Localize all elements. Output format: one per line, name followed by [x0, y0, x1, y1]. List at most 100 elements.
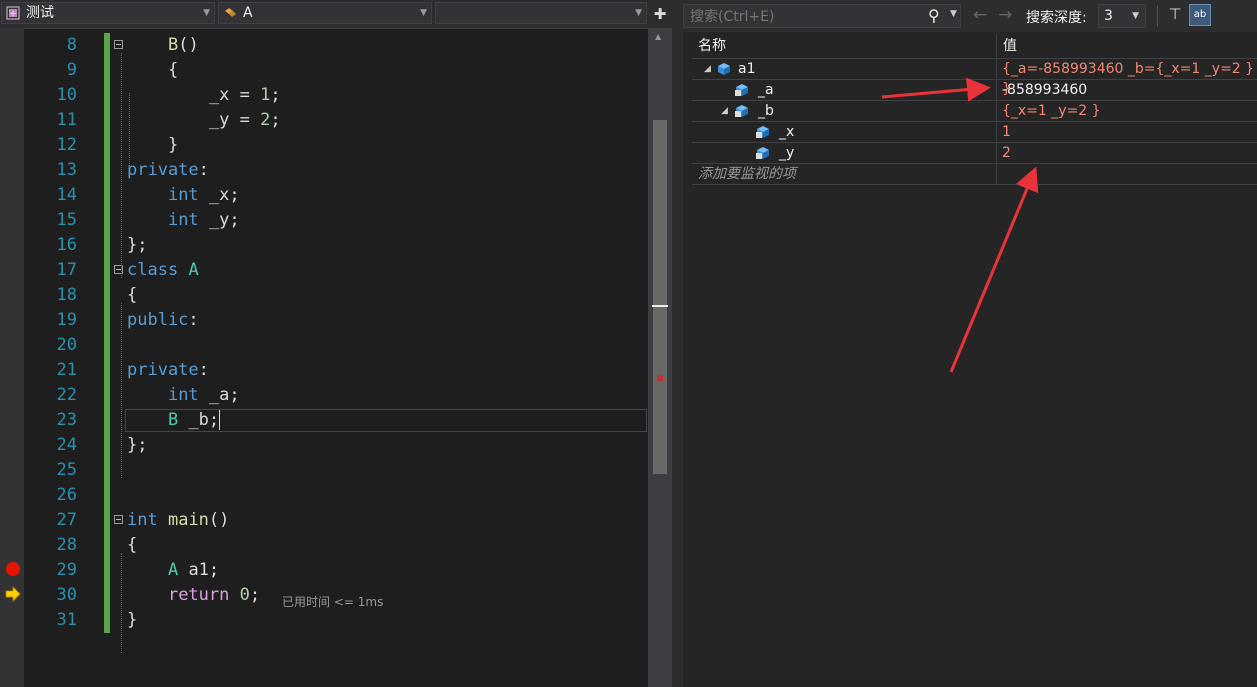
collapse-icon[interactable]	[114, 40, 123, 49]
watch-item-value[interactable]: -858993460	[1002, 80, 1087, 100]
line-number: 15	[56, 210, 77, 230]
code-token: _x =	[127, 85, 261, 105]
code-line[interactable]: 26	[24, 483, 648, 508]
change-indicator	[104, 108, 110, 133]
outline-guide	[129, 93, 130, 168]
watch-item-name: _b	[758, 103, 774, 119]
code-text: {	[127, 283, 137, 308]
add-watch-row[interactable]: 添加要监视的项	[692, 164, 1257, 185]
watch-item-value[interactable]: 1	[1002, 122, 1011, 142]
add-watch-item-label[interactable]: 添加要监视的项	[698, 164, 796, 184]
code-token: private	[127, 360, 199, 380]
line-number: 8	[66, 35, 77, 55]
watch-window: ⚲ ▼ ← → 搜索深度: 3 ▼ ⊤ ab 名称 值 ◢ a1 {_a=-85…	[683, 0, 1257, 687]
code-line[interactable]: 25	[24, 458, 648, 483]
split-window-button[interactable]: ✚	[650, 4, 670, 24]
code-line[interactable]: 14 int _x;	[24, 183, 648, 208]
code-line[interactable]: 24};	[24, 433, 648, 458]
watch-row-y[interactable]: _y 2	[692, 143, 1257, 164]
code-line[interactable]: 11 _y = 2;	[24, 108, 648, 133]
scope-dropdown[interactable]: + 测试 ▼	[1, 2, 215, 24]
code-token: int	[167, 185, 199, 205]
value-column-header[interactable]: 值	[1003, 34, 1017, 58]
pane-splitter[interactable]	[672, 0, 683, 687]
toolbar-separator	[1157, 6, 1158, 26]
pin-icon[interactable]: ⊤	[1165, 5, 1185, 25]
editor-vertical-scrollbar[interactable]: ▲	[648, 28, 672, 687]
code-token: int	[167, 385, 199, 405]
search-icon[interactable]: ⚲	[928, 6, 940, 25]
code-line[interactable]: 10 _x = 1;	[24, 83, 648, 108]
code-line[interactable]: 21 private:	[24, 358, 648, 383]
private-field-icon	[735, 105, 748, 117]
code-token: 2	[260, 110, 271, 130]
code-token: ()	[178, 35, 199, 55]
breakpoint-icon[interactable]	[5, 561, 21, 577]
code-token: A	[188, 260, 199, 280]
watch-item-value[interactable]: 2	[1002, 143, 1011, 163]
search-forward-icon[interactable]: →	[998, 5, 1012, 25]
hex-display-icon[interactable]: ab	[1189, 4, 1211, 26]
change-indicator	[104, 333, 110, 358]
watch-search-input[interactable]	[688, 7, 922, 27]
watch-item-value[interactable]: {_x=1 _y=2 }	[1002, 101, 1101, 121]
watch-row-x[interactable]: _x 1	[692, 122, 1257, 143]
column-separator	[996, 164, 997, 184]
code-token: _x;	[198, 185, 240, 205]
code-token: private	[127, 160, 199, 180]
code-line[interactable]: 28 {	[24, 533, 648, 558]
code-line[interactable]: 22 int _a;	[24, 383, 648, 408]
code-line[interactable]: 15 int _y;	[24, 208, 648, 233]
code-token: B	[167, 35, 179, 55]
code-text: {	[127, 58, 178, 83]
code-line[interactable]: 13 private:	[24, 158, 648, 183]
search-back-icon[interactable]: ←	[973, 5, 987, 25]
line-number: 9	[66, 60, 77, 80]
line-number: 18	[56, 285, 77, 305]
line-number: 21	[56, 360, 77, 380]
code-area[interactable]: 8 B() 9 {10 _x = 1; 11 _y = 2; 12 } 13 privat…	[24, 28, 648, 687]
name-column-header[interactable]: 名称	[698, 34, 726, 58]
watch-row-a[interactable]: _a -858993460	[692, 80, 1257, 101]
outline-guide	[121, 53, 122, 278]
code-line[interactable]: 8 B()	[24, 33, 648, 58]
expanded-triangle-icon[interactable]: ◢	[704, 59, 711, 79]
chevron-down-icon: ▼	[1132, 11, 1139, 21]
scrollbar-thumb[interactable]	[653, 120, 667, 474]
code-line[interactable]: 19 public:	[24, 308, 648, 333]
change-indicator	[104, 133, 110, 158]
code-token: int	[167, 210, 199, 230]
outline-guide	[121, 553, 122, 653]
change-indicator	[104, 508, 110, 533]
column-separator[interactable]	[996, 34, 997, 58]
watch-row-a1[interactable]: ◢ a1 {_a=-858993460 _b={_x=1 _y=2 } }	[692, 59, 1257, 97]
search-depth-dropdown[interactable]: 3 ▼	[1098, 4, 1146, 28]
code-line[interactable]: 18 {	[24, 283, 648, 308]
type-dropdown[interactable]: A ▼	[218, 2, 432, 24]
watch-search-box[interactable]: ⚲ ▼	[683, 4, 961, 28]
expanded-triangle-icon[interactable]: ◢	[721, 101, 728, 121]
watch-item-name: a1	[738, 61, 756, 77]
code-text: private:	[127, 358, 209, 383]
code-line[interactable]: 9 {	[24, 58, 648, 83]
chevron-down-icon[interactable]: ▼	[950, 9, 957, 19]
column-separator	[996, 80, 997, 100]
watch-row-b[interactable]: ◢ _b {_x=1 _y=2 }	[692, 101, 1257, 122]
code-token: ;	[249, 585, 261, 605]
code-line[interactable]: 27 int main()	[24, 508, 648, 533]
collapse-icon[interactable]	[114, 515, 123, 524]
code-token: :	[188, 310, 199, 330]
code-line[interactable]: 31}	[24, 608, 648, 633]
code-line[interactable]: 17 class A	[24, 258, 648, 283]
glyph-margin[interactable]	[0, 28, 24, 687]
member-dropdown[interactable]: ▼	[435, 2, 647, 24]
line-number: 14	[56, 185, 77, 205]
code-editor: + 测试 ▼ A ▼ ▼ ✚ 8 B() 9 {10 _x = 1; 11 _y =…	[0, 0, 672, 687]
code-line[interactable]: 12 }	[24, 133, 648, 158]
scroll-up-arrow-icon[interactable]: ▲	[655, 32, 661, 41]
code-line[interactable]: 29 A a1;	[24, 558, 648, 583]
code-line[interactable]: 20	[24, 333, 648, 358]
code-line[interactable]: 16};	[24, 233, 648, 258]
